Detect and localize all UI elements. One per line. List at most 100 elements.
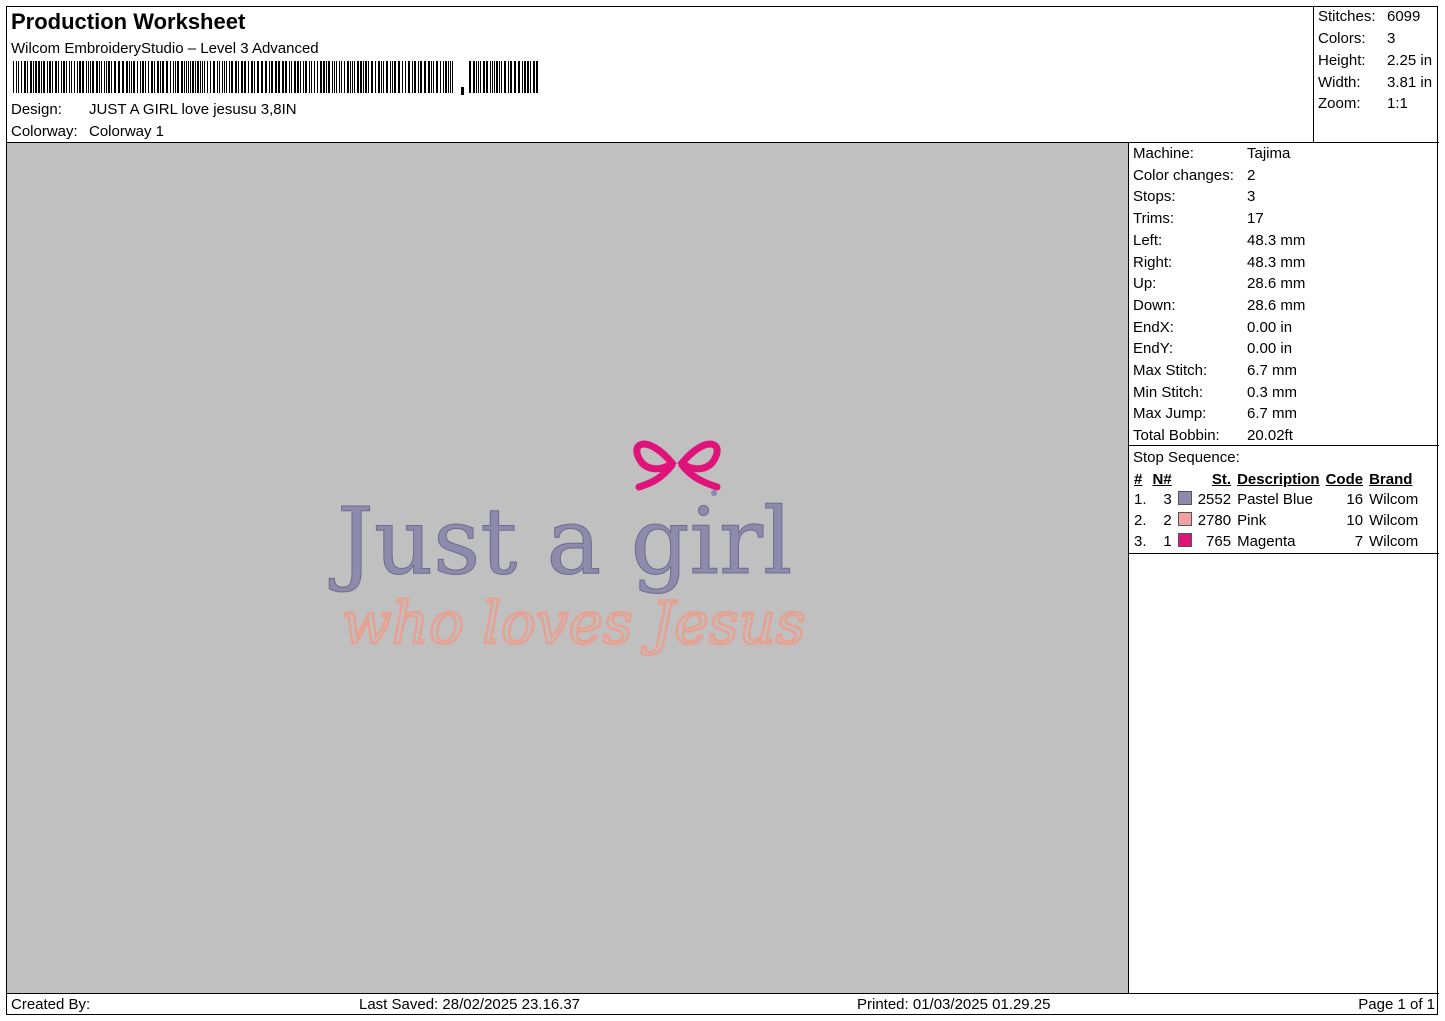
needle-number: 3 bbox=[1163, 491, 1172, 508]
width-value: 3.81 in bbox=[1387, 74, 1433, 91]
worksheet: Production Worksheet Wilcom EmbroiderySt… bbox=[6, 6, 1439, 1015]
property-value: 48.3 mm bbox=[1247, 253, 1306, 271]
property-row: Max Jump: 6.7 mm bbox=[1133, 405, 1297, 426]
property-label: Trims: bbox=[1133, 210, 1175, 228]
height-row: Height: 2.25 in bbox=[1318, 52, 1432, 69]
table-row: 3. 1 765 Magenta 7 Wilcom bbox=[1131, 531, 1421, 552]
embroidery-design-preview: Just a girl who loves Jesus bbox=[329, 440, 807, 658]
width-label: Width: bbox=[1318, 74, 1361, 91]
zoom-row: Zoom: 1:1 bbox=[1318, 95, 1408, 112]
software-name: Wilcom EmbroideryStudio – Level 3 Advanc… bbox=[11, 40, 319, 57]
stitches-value: 6099 bbox=[1387, 8, 1421, 25]
property-row: Down: 28.6 mm bbox=[1133, 297, 1305, 318]
property-row: Right: 48.3 mm bbox=[1133, 254, 1305, 275]
property-row: Color changes: 2 bbox=[1133, 167, 1255, 188]
col-swatch bbox=[1175, 469, 1195, 489]
thread-code: 10 bbox=[1346, 512, 1364, 529]
property-label: EndY: bbox=[1133, 340, 1174, 358]
property-value: 0.00 in bbox=[1247, 340, 1293, 358]
property-value: 17 bbox=[1247, 210, 1264, 228]
col-stitches: St. bbox=[1211, 470, 1232, 488]
property-label: Left: bbox=[1133, 231, 1163, 249]
printed-date: Printed: 01/03/2025 01.29.25 bbox=[857, 996, 1051, 1013]
divider bbox=[1129, 445, 1439, 446]
thread-color-swatch bbox=[1177, 512, 1192, 526]
property-label: Machine: bbox=[1133, 145, 1194, 162]
col-description: Description bbox=[1237, 470, 1320, 488]
col-n: N# bbox=[1152, 470, 1172, 488]
colorway-value: Colorway 1 bbox=[89, 123, 165, 140]
thread-code: 7 bbox=[1354, 533, 1364, 550]
property-label: Total Bobbin: bbox=[1133, 427, 1220, 445]
divider bbox=[1129, 553, 1439, 554]
colors-row: Colors: 3 bbox=[1318, 30, 1395, 47]
thread-description: Magenta bbox=[1237, 533, 1296, 550]
table-header-row: # N# St. Description Code Brand bbox=[1131, 469, 1421, 489]
thread-color-swatch bbox=[1177, 491, 1192, 505]
col-num: # bbox=[1134, 470, 1143, 488]
stop-sequence-title: Stop Sequence: bbox=[1133, 449, 1240, 466]
design-line1: Just a girl bbox=[329, 488, 792, 595]
color-swatch bbox=[1175, 510, 1195, 531]
colors-label: Colors: bbox=[1318, 30, 1366, 47]
property-row: Up: 28.6 mm bbox=[1133, 275, 1305, 296]
header-panel: Production Worksheet Wilcom EmbroiderySt… bbox=[7, 7, 1314, 143]
stitch-count: 2780 bbox=[1197, 512, 1232, 529]
property-label: Min Stitch: bbox=[1133, 383, 1204, 401]
property-label: Max Stitch: bbox=[1133, 362, 1208, 379]
colors-value: 3 bbox=[1387, 30, 1396, 47]
property-value: 6.7 mm bbox=[1247, 362, 1298, 379]
table-row: 1. 3 2552 Pastel Blue 16 Wilcom bbox=[1131, 489, 1421, 510]
table-row: 2. 2 2780 Pink 10 Wilcom bbox=[1131, 510, 1421, 531]
property-label: Down: bbox=[1133, 296, 1176, 314]
colorway-row: Colorway: Colorway 1 bbox=[11, 123, 164, 140]
needle-number: 2 bbox=[1163, 512, 1172, 529]
thread-brand: Wilcom bbox=[1369, 512, 1419, 529]
property-row: Machine: Tajima bbox=[1133, 145, 1290, 166]
col-code: Code bbox=[1325, 470, 1364, 488]
properties-panel: Machine: Tajima Color changes: 2 Stops: 3 Trim… bbox=[1129, 143, 1439, 993]
property-value: 3 bbox=[1247, 188, 1256, 206]
property-value: 20.02ft bbox=[1247, 427, 1293, 445]
design-value: JUST A GIRL love jesusu 3,8IN bbox=[89, 101, 297, 118]
stitch-count: 2552 bbox=[1197, 491, 1232, 508]
property-row: Min Stitch: 0.3 mm bbox=[1133, 384, 1297, 405]
design-canvas: Just a girl who loves Jesus bbox=[7, 143, 1129, 993]
stats-panel: Stitches: 6099 Colors: 3 Height: 2.25 in Wi… bbox=[1314, 7, 1439, 143]
property-value: 2 bbox=[1247, 166, 1256, 184]
page-number: Page 1 of 1 bbox=[1358, 996, 1435, 1013]
property-value: Tajima bbox=[1247, 145, 1291, 162]
row-number: 3. bbox=[1134, 533, 1147, 550]
design-row: Design: JUST A GIRL love jesusu 3,8IN bbox=[11, 101, 297, 118]
property-row: Left: 48.3 mm bbox=[1133, 232, 1305, 253]
thread-brand: Wilcom bbox=[1369, 491, 1419, 508]
design-line2: who loves Jesus bbox=[342, 589, 806, 657]
property-row: EndY: 0.00 in bbox=[1133, 340, 1292, 361]
created-by: Created By: bbox=[11, 996, 91, 1013]
property-row: Max Stitch: 6.7 mm bbox=[1133, 362, 1297, 383]
property-value: 28.6 mm bbox=[1247, 275, 1306, 293]
height-label: Height: bbox=[1318, 52, 1366, 69]
property-label: Right: bbox=[1133, 253, 1173, 271]
barcode bbox=[13, 61, 538, 95]
zoom-value: 1:1 bbox=[1387, 95, 1408, 112]
property-label: Color changes: bbox=[1133, 166, 1234, 184]
thread-brand: Wilcom bbox=[1369, 533, 1419, 550]
last-saved: Last Saved: 28/02/2025 23.16.37 bbox=[359, 996, 581, 1013]
bow-icon bbox=[633, 440, 721, 491]
zoom-label: Zoom: bbox=[1318, 95, 1361, 112]
page-title: Production Worksheet bbox=[11, 9, 246, 34]
property-row: Stops: 3 bbox=[1133, 188, 1255, 209]
property-value: 28.6 mm bbox=[1247, 296, 1306, 314]
height-value: 2.25 in bbox=[1387, 52, 1433, 69]
needle-number: 1 bbox=[1163, 533, 1172, 550]
colorway-label: Colorway: bbox=[11, 123, 78, 140]
design-label: Design: bbox=[11, 101, 62, 118]
property-label: Max Jump: bbox=[1133, 405, 1207, 423]
property-value: 48.3 mm bbox=[1247, 231, 1306, 249]
row-number: 1. bbox=[1134, 491, 1147, 508]
property-label: Up: bbox=[1133, 275, 1157, 293]
thread-description: Pink bbox=[1237, 512, 1267, 529]
color-swatch bbox=[1175, 489, 1195, 510]
stitches-row: Stitches: 6099 bbox=[1318, 8, 1420, 25]
